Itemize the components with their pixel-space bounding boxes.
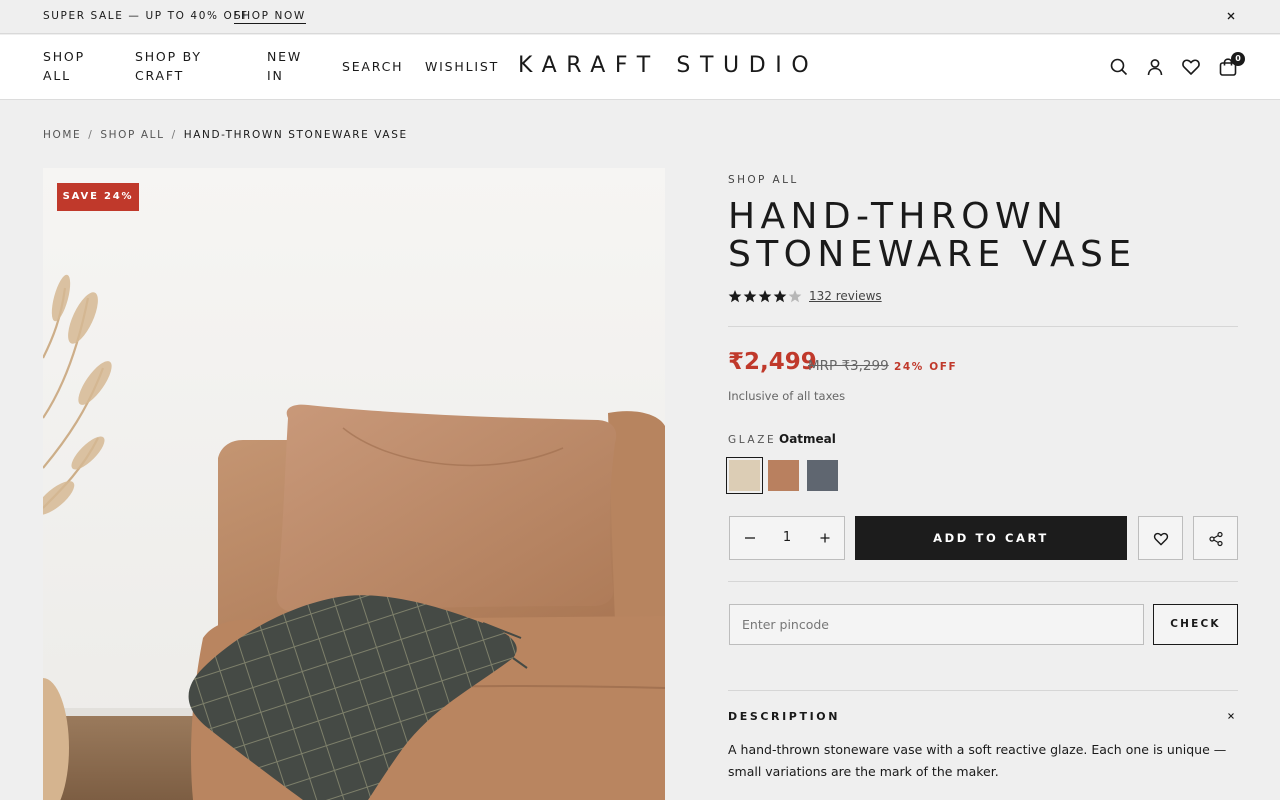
nav-new-in[interactable]: NEW IN <box>267 47 302 85</box>
breadcrumb-separator: / <box>88 129 94 141</box>
share-button[interactable] <box>1193 516 1238 560</box>
nav-shop-all[interactable]: SHOP ALL <box>43 47 85 85</box>
brand-logo[interactable]: KARAFT STUDIO <box>518 53 818 78</box>
wishlist-heart-icon[interactable] <box>1181 57 1201 77</box>
search-icon[interactable] <box>1109 57 1129 77</box>
add-to-wishlist-button[interactable] <box>1138 516 1183 560</box>
reviews-link[interactable]: 132 reviews <box>809 289 882 303</box>
glaze-label: GLAZE <box>728 434 777 446</box>
product-photo <box>43 168 665 800</box>
nav-shop-by-line2: CRAFT <box>135 68 185 83</box>
heart-icon <box>1153 532 1169 546</box>
breadcrumb-home[interactable]: HOME <box>43 129 81 141</box>
swatch-slate[interactable] <box>807 460 838 491</box>
rating-stars <box>728 290 802 303</box>
announcement-bar: SUPER SALE — UP TO 40% OFF SHOP NOW <box>0 0 1280 34</box>
star-icon <box>728 290 802 303</box>
quantity-value[interactable]: 1 <box>770 530 804 545</box>
share-icon <box>1209 531 1223 547</box>
save-badge: SAVE 24% <box>57 183 139 211</box>
close-icon[interactable] <box>1224 9 1238 23</box>
product-title: HAND-THROWN STONEWARE VASE <box>728 196 1137 275</box>
nav-shop-all-line1: SHOP <box>43 49 85 64</box>
pincode-input[interactable] <box>729 604 1144 645</box>
tax-note: Inclusive of all taxes <box>728 389 846 403</box>
nav-search[interactable]: SEARCH <box>342 57 403 76</box>
glaze-selected-value: Oatmeal <box>779 432 836 446</box>
sale-price: ₹2,499 <box>728 349 817 375</box>
site-header: SHOP ALL SHOP BY CRAFT NEW IN SEARCH WIS… <box>0 35 1280 100</box>
swatch-oatmeal[interactable] <box>726 457 763 494</box>
nav-shop-by-craft[interactable]: SHOP BY CRAFT <box>135 47 202 85</box>
discount-label: 24% OFF <box>894 361 958 373</box>
collapse-icon[interactable] <box>1226 711 1236 721</box>
quantity-stepper: 1 <box>729 516 845 560</box>
divider <box>728 581 1238 582</box>
breadcrumb: HOME / SHOP ALL / HAND-THROWN STONEWARE VASE <box>43 129 408 141</box>
swatch-terracotta[interactable] <box>768 460 799 491</box>
mrp-price: MRP ₹3,299 <box>808 358 889 374</box>
add-to-cart-button[interactable]: ADD TO CART <box>855 516 1127 560</box>
breadcrumb-separator: / <box>171 129 177 141</box>
nav-wishlist[interactable]: WISHLIST <box>425 57 499 76</box>
nav-new-in-line2: IN <box>267 68 284 83</box>
divider <box>728 690 1238 691</box>
divider <box>728 326 1238 327</box>
product-category[interactable]: SHOP ALL <box>728 174 799 186</box>
nav-shop-by-line1: SHOP BY <box>135 49 202 64</box>
description-text: A hand-thrown stoneware vase with a soft… <box>728 742 1227 779</box>
user-icon[interactable] <box>1145 57 1165 77</box>
breadcrumb-category[interactable]: SHOP ALL <box>100 129 164 141</box>
nav-shop-all-line2: ALL <box>43 68 71 83</box>
shop-now-link[interactable]: SHOP NOW <box>234 10 306 24</box>
product-image[interactable] <box>43 168 665 800</box>
breadcrumb-current: HAND-THROWN STONEWARE VASE <box>183 129 408 141</box>
plus-icon[interactable] <box>817 530 833 546</box>
cart-count-badge: 0 <box>1231 52 1245 66</box>
description-heading[interactable]: DESCRIPTION <box>728 710 840 723</box>
nav-new-in-line1: NEW <box>267 49 303 64</box>
check-pincode-button[interactable]: CHECK <box>1153 604 1238 645</box>
announcement-message: SUPER SALE — UP TO 40% OFF <box>43 10 249 22</box>
minus-icon[interactable] <box>742 530 758 546</box>
